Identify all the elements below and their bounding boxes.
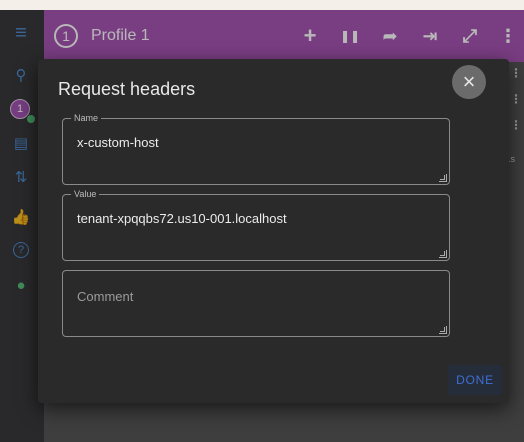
resize-handle[interactable]: [439, 250, 447, 258]
comment-placeholder: Comment: [77, 289, 134, 304]
comment-field[interactable]: Comment: [62, 270, 450, 337]
name-value[interactable]: x-custom-host: [77, 135, 159, 150]
name-field[interactable]: Name x-custom-host: [62, 112, 450, 185]
top-strip: [0, 0, 524, 10]
value-value[interactable]: tenant-xpqqbs72.us10-001.localhost: [77, 211, 287, 226]
request-headers-dialog: Request headers × Name x-custom-host Val…: [38, 59, 509, 403]
value-label: Value: [71, 188, 100, 200]
close-icon[interactable]: ×: [452, 65, 486, 99]
resize-handle[interactable]: [439, 174, 447, 182]
done-button[interactable]: DONE: [448, 365, 502, 395]
name-label: Name: [71, 112, 102, 124]
resize-handle[interactable]: [439, 326, 447, 334]
dialog-title: Request headers: [58, 79, 196, 99]
value-field[interactable]: Value tenant-xpqqbs72.us10-001.localhost: [62, 188, 450, 261]
